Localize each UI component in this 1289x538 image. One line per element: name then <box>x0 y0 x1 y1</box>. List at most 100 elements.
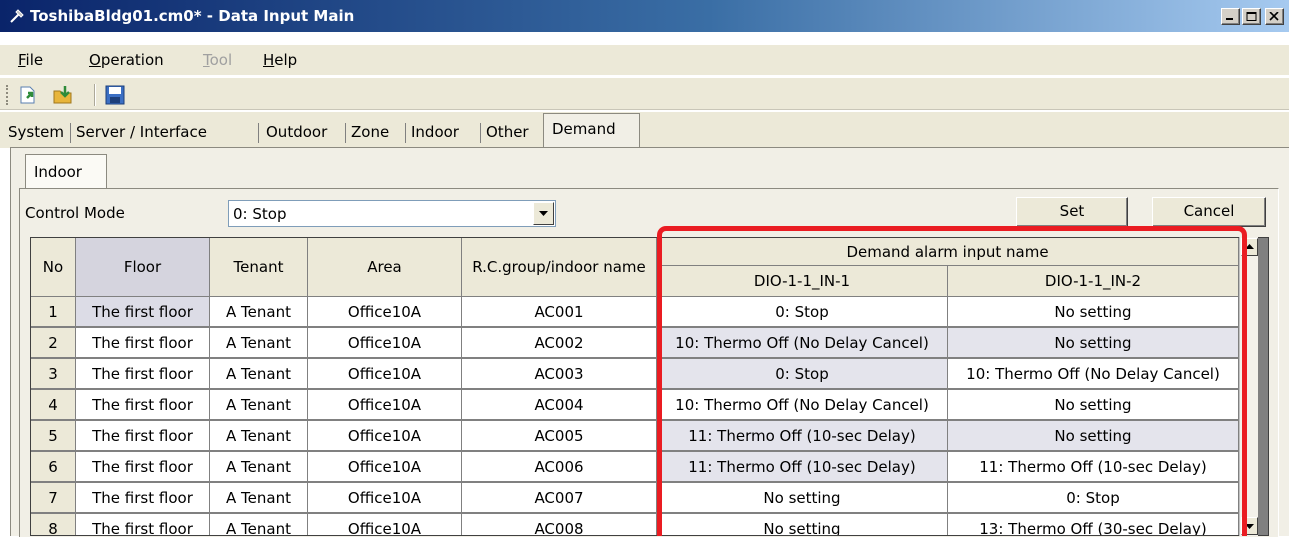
menu-help[interactable]: Help <box>263 51 297 69</box>
cell-no[interactable]: 2 <box>31 328 76 358</box>
tab-demand[interactable]: Demand <box>543 113 640 149</box>
cell-floor[interactable]: The first floor <box>76 421 210 451</box>
cell-in-1[interactable]: No setting <box>657 483 948 513</box>
cell-tenant[interactable]: A Tenant <box>210 359 308 389</box>
cell-tenant[interactable]: A Tenant <box>210 297 308 327</box>
cell-tenant[interactable]: A Tenant <box>210 390 308 420</box>
cell-in-2[interactable]: 0: Stop <box>948 483 1239 513</box>
cell-tenant[interactable]: A Tenant <box>210 514 308 535</box>
cell-area[interactable]: Office10A <box>308 297 462 327</box>
control-mode-label: Control Mode <box>25 204 125 222</box>
cell-in-1[interactable]: 0: Stop <box>657 297 948 327</box>
column-header-in-2[interactable]: DIO-1-1_IN-2 <box>948 266 1239 297</box>
cell-tenant[interactable]: A Tenant <box>210 452 308 482</box>
cell-floor[interactable]: The first floor <box>76 390 210 420</box>
cell-no[interactable]: 7 <box>31 483 76 513</box>
cell-tenant[interactable]: A Tenant <box>210 483 308 513</box>
cell-in-1[interactable]: 0: Stop <box>657 359 948 389</box>
main-tab-strip: System Server / Interface Outdoor Zone I… <box>0 112 1289 149</box>
maximize-button[interactable] <box>1242 8 1261 25</box>
cell-area[interactable]: Office10A <box>308 328 462 358</box>
dropdown-button[interactable] <box>533 202 554 225</box>
column-header-demand-alarm-input-name[interactable]: Demand alarm input name <box>657 238 1239 266</box>
cell-in-2[interactable]: No setting <box>948 297 1239 327</box>
cell-in-2[interactable]: No setting <box>948 390 1239 420</box>
scroll-down-button[interactable] <box>1241 517 1258 535</box>
set-button[interactable]: Set <box>1016 197 1128 227</box>
cell-rc-group[interactable]: AC003 <box>462 359 657 389</box>
cell-in-2[interactable]: No setting <box>948 328 1239 358</box>
subtab-indoor[interactable]: Indoor <box>25 154 107 189</box>
cell-rc-group[interactable]: AC007 <box>462 483 657 513</box>
cell-rc-group[interactable]: AC008 <box>462 514 657 535</box>
column-header-tenant[interactable]: Tenant <box>210 238 308 297</box>
column-header-in-1[interactable]: DIO-1-1_IN-1 <box>657 266 948 297</box>
cell-area[interactable]: Office10A <box>308 390 462 420</box>
vertical-scrollbar[interactable] <box>1239 237 1258 536</box>
cell-area[interactable]: Office10A <box>308 514 462 535</box>
menu-operation[interactable]: Operation <box>89 51 164 69</box>
arrow-up-icon <box>1245 244 1254 249</box>
cell-in-1[interactable]: 11: Thermo Off (10-sec Delay) <box>657 421 948 451</box>
tab-other[interactable]: Other <box>486 123 529 141</box>
cell-in-1[interactable]: 11: Thermo Off (10-sec Delay) <box>657 452 948 482</box>
toolbar-separator <box>94 84 96 106</box>
cell-area[interactable]: Office10A <box>308 421 462 451</box>
cell-rc-group[interactable]: AC005 <box>462 421 657 451</box>
cell-area[interactable]: Office10A <box>308 483 462 513</box>
cell-in-2[interactable]: 11: Thermo Off (10-sec Delay) <box>948 452 1239 482</box>
cell-rc-group[interactable]: AC004 <box>462 390 657 420</box>
cell-floor[interactable]: The first floor <box>76 297 210 327</box>
scroll-up-button[interactable] <box>1241 238 1258 256</box>
minimize-icon <box>1226 18 1233 20</box>
cell-in-2[interactable]: 10: Thermo Off (No Delay Cancel) <box>948 359 1239 389</box>
column-header-no[interactable]: No <box>31 238 76 297</box>
cell-area[interactable]: Office10A <box>308 359 462 389</box>
cancel-button[interactable]: Cancel <box>1152 197 1266 227</box>
arrow-down-icon <box>1245 524 1254 529</box>
cell-rc-group[interactable]: AC002 <box>462 328 657 358</box>
cell-tenant[interactable]: A Tenant <box>210 421 308 451</box>
import-icon[interactable] <box>52 84 74 106</box>
cell-no[interactable]: 4 <box>31 390 76 420</box>
cell-floor[interactable]: The first floor <box>76 483 210 513</box>
open-icon[interactable] <box>18 84 40 106</box>
cell-in-1[interactable]: 10: Thermo Off (No Delay Cancel) <box>657 328 948 358</box>
cell-floor[interactable]: The first floor <box>76 514 210 535</box>
column-header-floor[interactable]: Floor <box>76 238 210 297</box>
save-icon[interactable] <box>104 84 126 106</box>
tab-system[interactable]: System <box>8 123 64 141</box>
tab-indoor[interactable]: Indoor <box>411 123 459 141</box>
menu-tool[interactable]: Tool <box>203 51 232 69</box>
toolbar-grip[interactable] <box>6 85 9 105</box>
cell-in-1[interactable]: 10: Thermo Off (No Delay Cancel) <box>657 390 948 420</box>
demand-table: No Floor Tenant Area R.C.group/indoor na… <box>30 237 1269 536</box>
menu-file[interactable]: File <box>18 51 43 69</box>
toolbar <box>0 78 1289 110</box>
tab-server-interface[interactable]: Server / Interface <box>76 123 207 141</box>
cell-floor[interactable]: The first floor <box>76 452 210 482</box>
cell-no[interactable]: 8 <box>31 514 76 535</box>
column-header-area[interactable]: Area <box>308 238 462 297</box>
cell-in-1[interactable]: No setting <box>657 514 948 535</box>
cell-in-2[interactable]: No setting <box>948 421 1239 451</box>
cell-area[interactable]: Office10A <box>308 452 462 482</box>
column-header-rc-group[interactable]: R.C.group/indoor name <box>462 238 657 297</box>
window-title: ToshibaBldg01.cm0* - Data Input Main <box>30 7 355 25</box>
close-button[interactable] <box>1265 8 1284 25</box>
chevron-down-icon <box>539 211 548 216</box>
cell-no[interactable]: 1 <box>31 297 76 327</box>
cell-rc-group[interactable]: AC001 <box>462 297 657 327</box>
cell-no[interactable]: 3 <box>31 359 76 389</box>
cell-in-2[interactable]: 13: Thermo Off (30-sec Delay) <box>948 514 1239 535</box>
tab-outdoor[interactable]: Outdoor <box>266 123 327 141</box>
cell-floor[interactable]: The first floor <box>76 328 210 358</box>
control-mode-select[interactable]: 0: Stop <box>228 200 556 227</box>
cell-rc-group[interactable]: AC006 <box>462 452 657 482</box>
cell-tenant[interactable]: A Tenant <box>210 328 308 358</box>
cell-no[interactable]: 6 <box>31 452 76 482</box>
cell-no[interactable]: 5 <box>31 421 76 451</box>
cell-floor[interactable]: The first floor <box>76 359 210 389</box>
minimize-button[interactable] <box>1221 8 1240 25</box>
tab-zone[interactable]: Zone <box>351 123 389 141</box>
